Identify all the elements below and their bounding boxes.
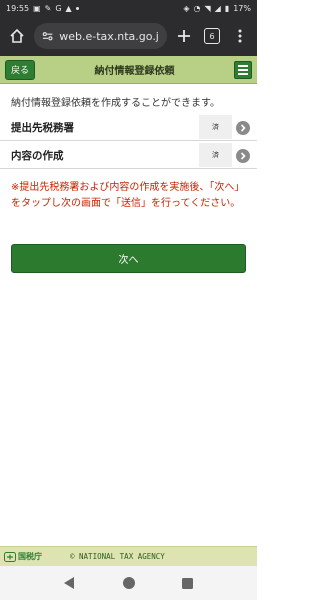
status-bar: 19:55 ▣ ✎ G ▲ ◈ ◔ ◥ ◢ ▮ 17%	[0, 0, 257, 16]
list-item-create-content[interactable]: 内容の作成 済	[0, 143, 257, 169]
back-nav-button[interactable]	[61, 574, 79, 592]
agency-logo: 国税庁	[4, 551, 42, 562]
triangle-back-icon	[64, 577, 74, 589]
menu-button[interactable]	[234, 60, 252, 79]
chevron-right-icon[interactable]	[236, 121, 250, 135]
more-vert-icon	[238, 29, 242, 43]
address-bar[interactable]: web.e-tax.nta.go.jp	[34, 23, 167, 49]
notice-text: ※提出先税務署および内容の作成を実施後、「次へ」をタップし次の画面で「送信」を行…	[11, 182, 245, 209]
next-button[interactable]: 次へ	[11, 244, 246, 273]
square-recents-icon	[182, 577, 193, 589]
agency-logo-icon	[4, 551, 16, 562]
site-settings-icon[interactable]	[42, 30, 53, 42]
home-nav-button[interactable]	[120, 574, 138, 592]
page-footer: 国税庁 © NATIONAL TAX AGENCY	[0, 546, 257, 566]
home-button[interactable]	[6, 25, 28, 47]
plus-icon	[178, 30, 190, 42]
signal-icon: ◢	[214, 3, 221, 13]
more-notifications-icon	[75, 6, 79, 10]
back-button[interactable]: 戻る	[5, 59, 36, 80]
circle-home-icon	[122, 577, 135, 589]
browser-menu-button[interactable]	[229, 25, 251, 47]
list-item-label[interactable]: 提出先税務署	[11, 120, 74, 135]
tab-count[interactable]: 6	[204, 28, 220, 44]
notification-icon: ▲	[65, 3, 72, 13]
agency-name: 国税庁	[18, 552, 42, 561]
battery-level: 17%	[233, 3, 251, 13]
menu-icon	[238, 64, 248, 67]
new-tab-button[interactable]	[173, 25, 195, 47]
list-item-tax-office[interactable]: 提出先税務署 済	[0, 115, 257, 141]
google-icon: G	[55, 3, 62, 13]
status-badge: 済	[199, 115, 232, 139]
page-title: 納付情報登録依頼	[94, 66, 175, 77]
chevron-right-icon[interactable]	[236, 149, 250, 163]
browser-toolbar: web.e-tax.nta.go.jp 6	[0, 16, 257, 56]
recents-nav-button[interactable]	[179, 574, 197, 592]
list-item-label[interactable]: 内容の作成	[11, 148, 64, 163]
image-icon: ▣	[33, 3, 41, 13]
status-time: 19:55	[6, 3, 30, 13]
home-icon	[10, 28, 24, 43]
vibrate-icon: ◈	[183, 3, 190, 13]
edit-icon: ✎	[44, 3, 52, 13]
copyright-text: © NATIONAL TAX AGENCY	[70, 552, 165, 561]
page-header: 戻る 納付情報登録依頼	[0, 56, 257, 84]
system-nav-bar	[0, 566, 257, 600]
tab-switcher-button[interactable]: 6	[201, 25, 223, 47]
status-badge: 済	[199, 143, 232, 167]
url-text[interactable]: web.e-tax.nta.go.jp	[59, 30, 159, 43]
battery-icon: ▮	[224, 3, 230, 13]
wifi-icon: ◥	[204, 3, 211, 13]
intro-text: 納付情報登録依頼を作成することができます。	[11, 98, 220, 109]
alarm-icon: ◔	[193, 3, 201, 13]
